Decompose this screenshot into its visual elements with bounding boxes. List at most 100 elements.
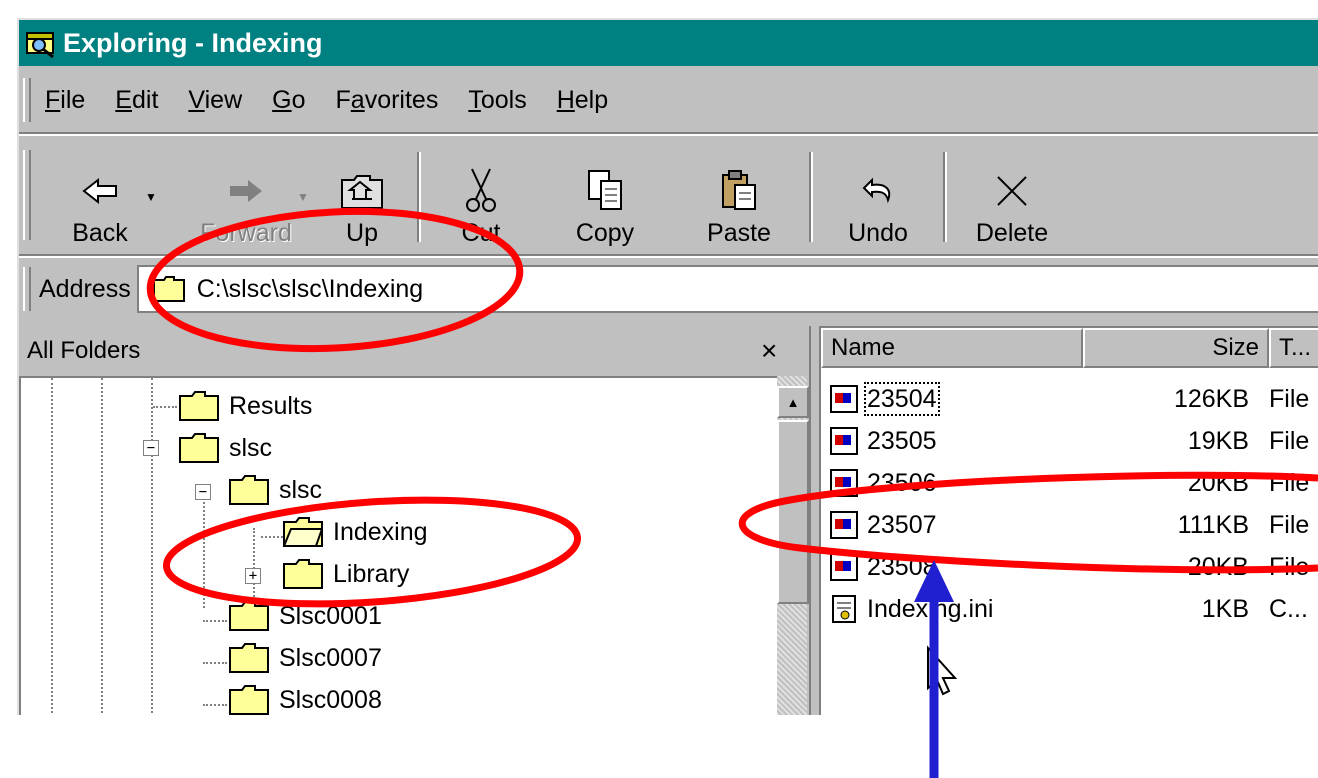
file-size: 111KB (1177, 510, 1249, 539)
delete-x-icon (994, 163, 1030, 219)
folder-pane-header: All Folders × (19, 326, 809, 376)
explorer-icon (25, 27, 57, 59)
tree-item-slsc0007[interactable]: Slsc0007 (229, 637, 382, 679)
copy-icon (585, 163, 625, 219)
delete-button[interactable]: Delete (957, 138, 1067, 256)
file-icon (830, 385, 858, 413)
folder-icon (152, 276, 185, 302)
file-row[interactable]: Indexing.ini 1KB C... (829, 588, 1318, 630)
tree-item-slsc-sub[interactable]: slsc (229, 469, 322, 511)
tree-item-slsc[interactable]: slsc (179, 427, 272, 469)
tree-guide-line (101, 378, 103, 715)
undo-button[interactable]: Undo (823, 138, 933, 256)
file-type: File (1269, 552, 1310, 581)
menu-help[interactable]: Help (557, 86, 608, 115)
file-size: 20KB (1187, 468, 1249, 497)
menu-bar: File Edit View Go Favorites Tools Help (19, 72, 1318, 128)
file-icon (830, 511, 858, 539)
tree-guide-line (153, 406, 177, 408)
file-type: File (1269, 510, 1310, 539)
file-icon (830, 427, 858, 455)
file-icon (830, 469, 858, 497)
menu-file[interactable]: File (45, 86, 85, 115)
cut-button[interactable]: Cut (431, 138, 531, 256)
toolbar-separator (809, 152, 813, 242)
folder-scrollbar[interactable]: ▲ (777, 376, 809, 715)
menu-grip[interactable] (23, 78, 31, 122)
folder-icon (229, 601, 269, 631)
toolbar-grip[interactable] (23, 150, 31, 240)
file-row[interactable]: 23506 20KB File (829, 462, 1318, 504)
close-pane-icon[interactable]: × (761, 335, 777, 367)
column-header-type[interactable]: T... (1269, 328, 1318, 368)
ini-file-icon (832, 595, 856, 623)
file-type: C... (1269, 594, 1308, 623)
column-header-name[interactable]: Name (821, 328, 1083, 368)
scroll-up-arrow-icon[interactable]: ▲ (777, 386, 809, 418)
file-name: 23508 (867, 552, 937, 581)
tree-item-slsc0008[interactable]: Slsc0008 (229, 679, 382, 715)
back-dropdown-icon[interactable]: ▼ (145, 190, 157, 204)
collapse-icon[interactable]: − (195, 484, 211, 500)
file-list-pane: Name Size T... 23504 126KB File 23505 19… (819, 326, 1318, 715)
folder-icon (283, 559, 323, 589)
menu-favorites[interactable]: Favorites (336, 86, 439, 115)
menu-tools[interactable]: Tools (468, 86, 526, 115)
explorer-window: Exploring - Indexing File Edit View Go F… (17, 18, 1318, 715)
folder-icon (229, 643, 269, 673)
address-value: C:\slsc\slsc\Indexing (196, 274, 424, 303)
toolbar-separator (417, 152, 421, 242)
open-folder-icon (283, 517, 323, 547)
window-title: Exploring - Indexing (63, 27, 323, 58)
title-bar[interactable]: Exploring - Indexing (19, 20, 1318, 66)
tree-item-library[interactable]: Library (283, 553, 409, 595)
file-size: 19KB (1187, 426, 1249, 455)
address-grip[interactable] (23, 267, 31, 311)
back-arrow-icon (80, 163, 120, 219)
toolbar-separator (943, 152, 947, 242)
folder-pane-title: All Folders (27, 337, 141, 364)
address-input[interactable]: C:\slsc\slsc\Indexing (136, 265, 1318, 313)
file-type: File (1269, 384, 1310, 413)
file-name: Indexing.ini (867, 594, 994, 623)
file-type: File (1269, 468, 1310, 497)
menu-view[interactable]: View (188, 86, 242, 115)
tree-guide-line (51, 378, 53, 715)
forward-dropdown-icon[interactable]: ▼ (297, 190, 309, 204)
file-name: 23504 (864, 381, 940, 416)
copy-button[interactable]: Copy (545, 138, 665, 256)
expand-icon[interactable]: + (245, 568, 261, 584)
scroll-thumb[interactable] (777, 420, 809, 604)
up-button[interactable]: Up (317, 138, 407, 256)
file-name: 23506 (867, 468, 937, 497)
file-row[interactable]: 23508 20KB File (829, 546, 1318, 588)
forward-arrow-icon (226, 163, 266, 219)
menu-edit[interactable]: Edit (115, 86, 158, 115)
tree-guide-line (203, 498, 205, 608)
collapse-icon[interactable]: − (143, 440, 159, 456)
folder-pane: All Folders × Results − slsc − slsc Inde… (19, 326, 811, 715)
menu-go[interactable]: Go (272, 86, 305, 115)
tree-item-results[interactable]: Results (179, 385, 312, 427)
folder-tree: Results − slsc − slsc Indexing + Library (19, 376, 779, 715)
address-label: Address (39, 274, 131, 303)
back-button[interactable]: Back ▼ (45, 138, 157, 256)
folder-icon (229, 685, 269, 715)
file-size: 20KB (1187, 552, 1249, 581)
tree-item-slsc0001[interactable]: Slsc0001 (229, 595, 382, 637)
paste-button[interactable]: Paste (679, 138, 799, 256)
file-row[interactable]: 23504 126KB File (829, 378, 1318, 420)
forward-button[interactable]: Forward ▼ (181, 138, 311, 256)
paste-icon (719, 163, 759, 219)
tree-guide-line (203, 620, 227, 622)
file-size: 126KB (1173, 384, 1249, 413)
folder-icon (179, 433, 219, 463)
tree-item-indexing[interactable]: Indexing (283, 511, 428, 553)
file-row[interactable]: 23507 111KB File (829, 504, 1318, 546)
tree-guide-line (203, 662, 227, 664)
column-header-size[interactable]: Size (1083, 328, 1269, 368)
file-row[interactable]: 23505 19KB File (829, 420, 1318, 462)
folder-icon (179, 391, 219, 421)
tree-guide-line (203, 704, 227, 706)
file-size: 1KB (1201, 594, 1249, 623)
